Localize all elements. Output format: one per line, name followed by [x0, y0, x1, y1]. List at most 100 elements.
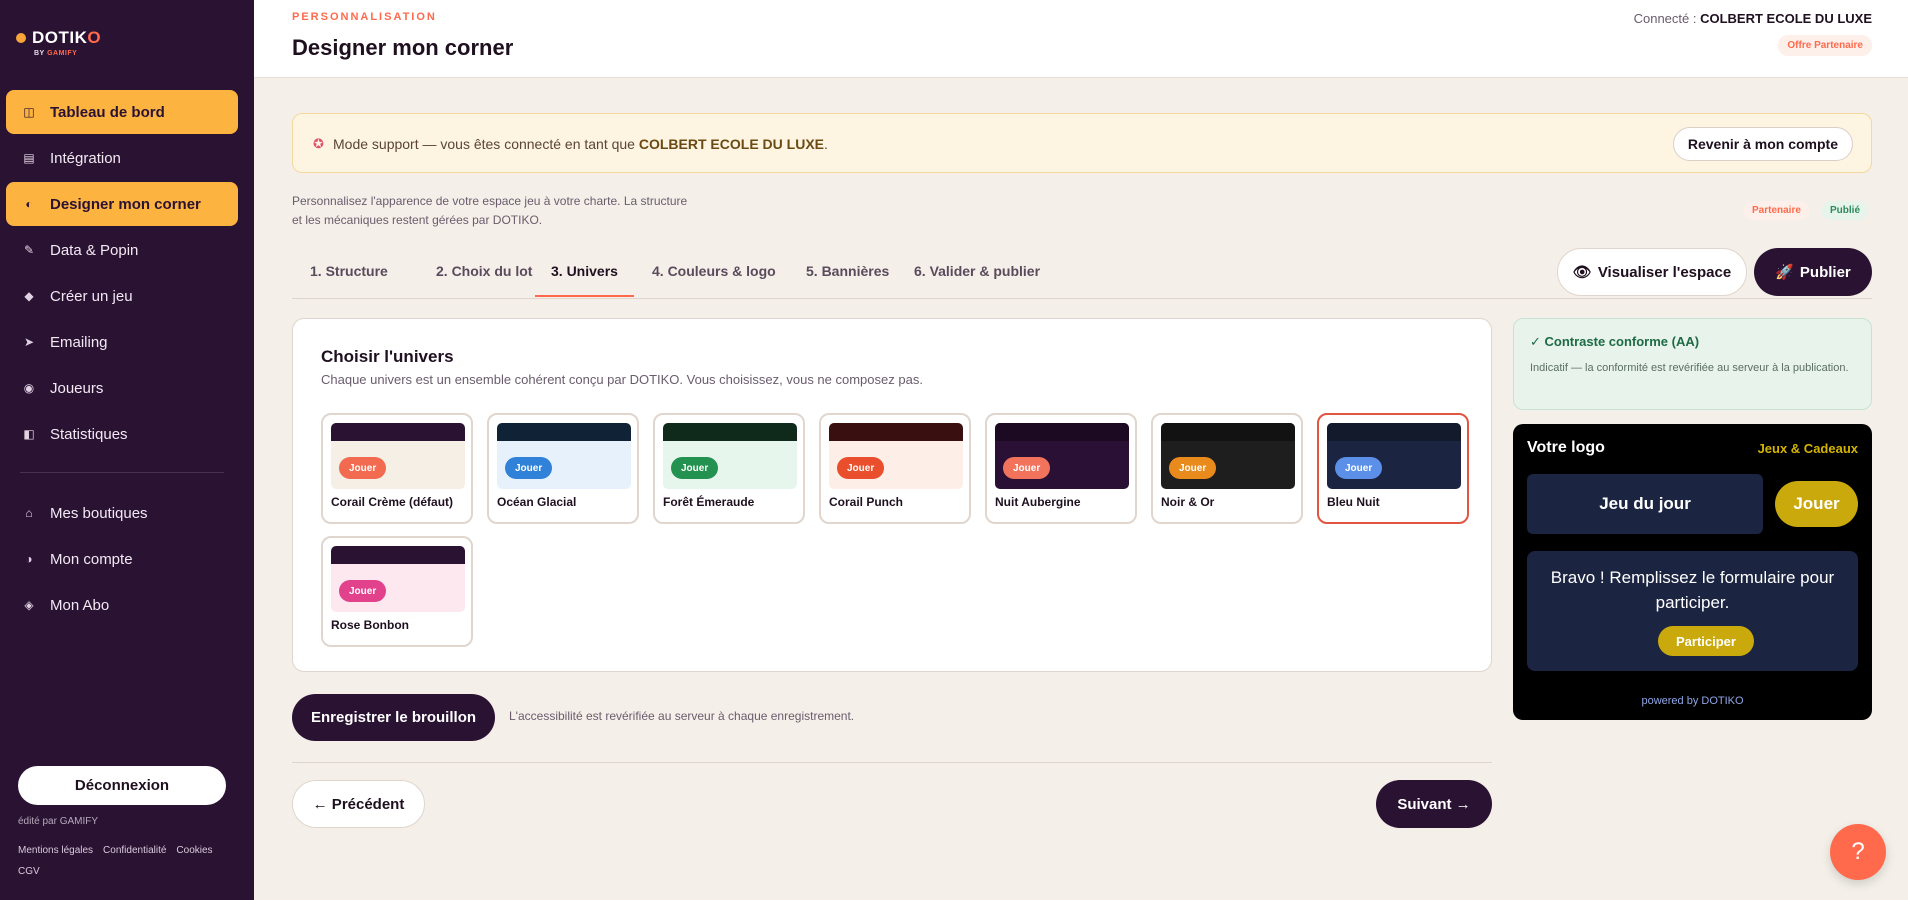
sidebar-divider — [20, 472, 224, 473]
sidebar-item-designer-mon-corner[interactable]: ◐ Designer mon corner — [6, 182, 238, 226]
badge-icon: ◈ — [24, 598, 34, 612]
tab-structure[interactable]: 1. Structure — [294, 263, 404, 295]
legal-link-mentions[interactable]: Mentions légales — [18, 845, 93, 856]
theme-name: Bleu Nuit — [1327, 495, 1380, 509]
theme-play-pill: Jouer — [1335, 457, 1383, 479]
sidebar-item-integration[interactable]: ▤ Intégration — [6, 136, 238, 180]
back-to-account-button[interactable]: Revenir à mon compte — [1672, 127, 1853, 161]
legal-links: Mentions légales Confidentialité Cookies C… — [18, 840, 238, 882]
universe-card: Choisir l'univers Chaque univers est un … — [292, 318, 1492, 672]
tab-bannieres[interactable]: 5. Bannières — [790, 263, 905, 295]
sidebar-item-label: Data & Popin — [50, 241, 139, 259]
contrast-title: ✓ Contraste conforme (AA) — [1530, 334, 1700, 349]
pencil-icon: ✎ — [23, 243, 35, 257]
legal-link-confidentialite[interactable]: Confidentialité — [103, 845, 166, 856]
partner-tag: Partenaire — [1744, 201, 1809, 220]
offer-badge: Offre Partenaire — [1778, 35, 1872, 56]
theme-preview: Jouer — [1327, 423, 1461, 489]
preview-participate-button[interactable]: Participer — [1658, 626, 1754, 656]
sidebar-item-creer-un-jeu[interactable]: ◆ Créer un jeu — [6, 274, 238, 318]
intro-text: Personnalisez l'apparence de votre espac… — [292, 194, 688, 227]
theme-play-pill: Jouer — [339, 580, 387, 602]
preview-message: Bravo ! Remplissez le formulaire pour pa… — [1550, 568, 1835, 612]
support-mode-banner: ✪ Mode support — vous êtes connecté en t… — [292, 113, 1872, 173]
tab-univers[interactable]: 3. Univers — [535, 263, 634, 297]
brand-logo[interactable]: DOTIKO BY GAMIFY — [16, 28, 101, 57]
sidebar-item-joueurs[interactable]: ◉ Joueurs — [6, 366, 238, 410]
previous-button[interactable]: ← Précédent — [292, 780, 425, 828]
theme-preview: Jouer — [663, 423, 797, 489]
sidebar-item-label: Intégration — [50, 149, 121, 167]
tab-choix-du-lot[interactable]: 2. Choix du lot — [420, 263, 548, 295]
sidebar-item-label: Emailing — [50, 333, 108, 351]
tab-valider-publier[interactable]: 6. Valider & publier — [898, 263, 1056, 295]
theme-option[interactable]: Jouer Nuit Aubergine — [985, 413, 1137, 524]
help-button[interactable]: ? — [1830, 824, 1886, 880]
sidebar-item-label: Mes boutiques — [50, 504, 148, 522]
universe-subtitle: Chaque univers est un ensemble cohérent … — [321, 372, 923, 387]
save-draft-button[interactable]: Enregistrer le brouillon — [292, 694, 495, 741]
tab-couleurs-logo[interactable]: 4. Couleurs & logo — [636, 263, 792, 295]
preview-play-button[interactable]: Jouer — [1775, 481, 1858, 527]
theme-name: Océan Glacial — [497, 495, 577, 509]
lifebuoy-icon: ✪ — [313, 136, 324, 151]
theme-play-pill: Jouer — [339, 457, 387, 479]
palette-icon: ◐ — [25, 197, 33, 211]
theme-preview-bar — [995, 423, 1129, 441]
sidebar-item-label: Tableau de bord — [50, 103, 165, 121]
theme-name: Noir & Or — [1161, 495, 1215, 509]
sidebar-item-label: Créer un jeu — [50, 287, 133, 305]
preview-logo: Votre logo — [1527, 439, 1605, 456]
theme-option[interactable]: Jouer Noir & Or — [1151, 413, 1303, 524]
published-tag: Publié — [1822, 201, 1869, 220]
preview-space-button[interactable]: 👁 Visualiser l'espace — [1557, 248, 1747, 296]
theme-preview-bar — [1161, 423, 1295, 441]
preview-message-box: Bravo ! Remplissez le formulaire pour pa… — [1527, 551, 1858, 671]
logout-button[interactable]: Déconnexion — [18, 766, 226, 805]
sidebar-item-emailing[interactable]: ➤ Emailing — [6, 320, 238, 364]
theme-preview-bar — [1327, 423, 1461, 441]
theme-option[interactable]: Jouer Bleu Nuit — [1317, 413, 1469, 524]
contrast-text: Indicatif — la conformité est revérifiée… — [1530, 362, 1849, 374]
theme-option[interactable]: Jouer Rose Bonbon — [321, 536, 473, 647]
sidebar-item-label: Joueurs — [50, 379, 104, 397]
support-text: Mode support — vous êtes connecté en tan… — [333, 136, 828, 152]
page-header: PERSONNALISATION Designer mon corner Con… — [254, 0, 1908, 78]
preview-brand: Jeux & Cadeaux — [1757, 441, 1858, 456]
connected-user: Connecté : COLBERT ECOLE DU LUXE — [1633, 11, 1872, 26]
footer-divider — [292, 762, 1492, 763]
next-button[interactable]: Suivant → — [1376, 780, 1492, 828]
eye-icon: 👁 — [1572, 264, 1592, 281]
theme-name: Nuit Aubergine — [995, 495, 1081, 509]
edited-by-text: édité par GAMIFY — [18, 816, 99, 827]
theme-option[interactable]: Jouer Océan Glacial — [487, 413, 639, 524]
sidebar: DOTIKO BY GAMIFY ◫ Tableau de bord ▤ Intég… — [0, 0, 254, 900]
logo-text: DOTIKO — [32, 28, 102, 47]
theme-option[interactable]: Jouer Corail Punch — [819, 413, 971, 524]
sidebar-item-mon-compte[interactable]: ◑ Mon compte — [6, 537, 238, 581]
theme-preview: Jouer — [1161, 423, 1295, 489]
publish-button[interactable]: 🚀 Publier — [1754, 248, 1872, 296]
theme-name: Corail Crème (défaut) — [331, 495, 454, 509]
grid-icon: ◫ — [23, 105, 35, 119]
theme-preview-bar — [331, 423, 465, 441]
theme-option[interactable]: Jouer Corail Crème (défaut) — [321, 413, 473, 524]
theme-option[interactable]: Jouer Forêt Émeraude — [653, 413, 805, 524]
logo-tagline: BY GAMIFY — [34, 50, 78, 57]
page-kicker: PERSONNALISATION — [292, 11, 437, 23]
theme-preview-bar — [331, 546, 465, 564]
page-title: Designer mon corner — [292, 35, 514, 60]
sidebar-item-tableau-de-bord[interactable]: ◫ Tableau de bord — [6, 90, 238, 134]
target-icon: ◉ — [23, 381, 35, 395]
legal-link-cgv[interactable]: CGV — [18, 866, 40, 877]
sidebar-item-mes-boutiques[interactable]: ⌂ Mes boutiques — [6, 491, 238, 535]
universe-title: Choisir l'univers — [321, 347, 454, 366]
save-note: L'accessibilité est revérifiée au serveu… — [509, 709, 855, 723]
theme-play-pill: Jouer — [505, 457, 553, 479]
legal-link-cookies[interactable]: Cookies — [176, 845, 212, 856]
theme-preview: Jouer — [331, 423, 465, 489]
sidebar-item-mon-abo[interactable]: ◈ Mon Abo — [6, 583, 238, 627]
home-icon: ⌂ — [25, 506, 33, 520]
sidebar-item-data-popin[interactable]: ✎ Data & Popin — [6, 228, 238, 272]
sidebar-item-statistiques[interactable]: ◧ Statistiques — [6, 412, 238, 456]
